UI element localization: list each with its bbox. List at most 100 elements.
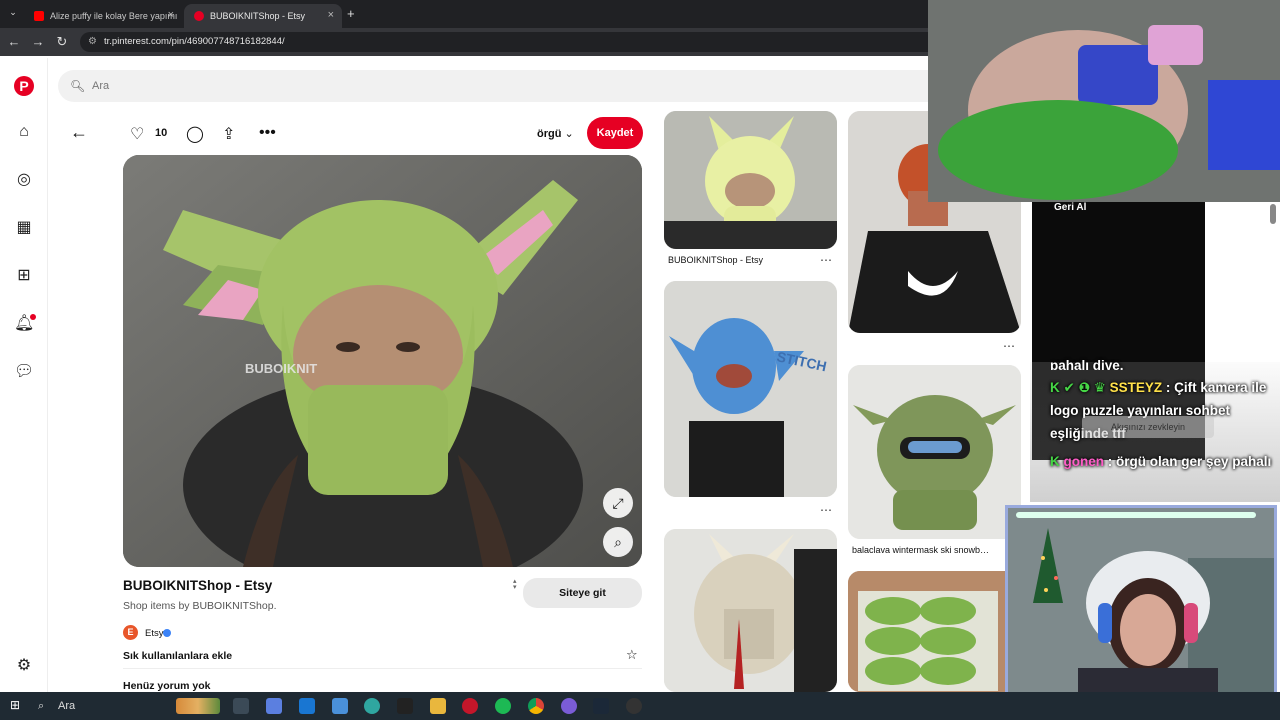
chat-username: SSTEYZ — [1109, 380, 1163, 395]
stitch-hat-photo: STITCH — [664, 281, 837, 497]
file-explorer-icon[interactable] — [430, 698, 446, 714]
messages-icon[interactable]: 💬︎ — [14, 362, 34, 382]
grid-pin-5[interactable] — [848, 365, 1021, 539]
webcam-video — [1008, 508, 1274, 710]
chrome-icon[interactable] — [528, 698, 544, 714]
pinterest-sidebar: P ⌂ ◎ ▦ ⊞ 🔔︎ 💬︎ ⚙ — [0, 58, 48, 692]
epic-games-icon[interactable] — [397, 698, 413, 714]
webcam-frame-bar — [1016, 512, 1256, 518]
chat-scrollbar[interactable] — [1270, 204, 1276, 224]
browser-toolbar: ← → ↻ ⚙ tr.pinterest.com/pin/46900774871… — [0, 28, 928, 56]
horned-hat-photo — [664, 529, 837, 692]
search-icon: 🔍︎ — [70, 79, 86, 93]
source-name[interactable]: Etsy — [145, 628, 163, 639]
task-view-icon[interactable] — [233, 698, 249, 714]
streamer-webcam — [1005, 505, 1277, 713]
heart-icon[interactable]: ♡ — [130, 124, 144, 144]
chevron-down-icon: ⌄ — [564, 128, 574, 140]
boards-icon[interactable]: ▦ — [14, 218, 34, 238]
more-options-icon[interactable]: ⋯ — [820, 253, 832, 267]
tab-title: Alize puffy ile kolay Bere yapımı — [50, 11, 178, 21]
share-icon[interactable]: ⇪ — [222, 124, 235, 144]
chat-undo-label[interactable]: Geri Al — [1054, 202, 1086, 213]
close-icon[interactable]: × — [328, 9, 334, 21]
chat-message: K gonen : örgü olan ger şey pahalı — [1050, 454, 1272, 469]
pinterest-favicon-icon — [194, 11, 204, 21]
more-options-icon[interactable]: ⋯ — [1003, 339, 1015, 353]
board-name: örgü — [537, 128, 562, 140]
frog-hats-photo — [848, 571, 1021, 692]
grid-pin-1[interactable] — [664, 111, 837, 249]
url-text: tr.pinterest.com/pin/469007748716182844/ — [104, 36, 285, 47]
forward-icon[interactable]: → — [30, 34, 46, 50]
visual-search-icon[interactable]: ⌕ — [603, 527, 633, 557]
tab-search-icon[interactable]: ⌄ — [6, 7, 20, 21]
etsy-avatar[interactable]: E — [123, 625, 138, 640]
spotify-icon[interactable] — [495, 698, 511, 714]
windows-start-icon[interactable]: ⊞ — [10, 699, 22, 711]
more-options-icon[interactable]: ⋯ — [820, 503, 832, 517]
new-tab-icon[interactable]: + — [347, 6, 355, 21]
chat-text: örgü olan ger şey pahalı — [1116, 454, 1272, 469]
grid-pin-5-caption[interactable]: balaclava wintermask ski snowb… — [852, 545, 989, 555]
search-input[interactable]: 🔍︎ Ara — [58, 70, 938, 102]
close-icon[interactable]: × — [168, 9, 174, 21]
tab-title: BUBOIKNITShop - Etsy — [210, 11, 306, 21]
pin-title[interactable]: BUBOIKNITShop - Etsy — [123, 578, 272, 593]
search-placeholder: Ara — [92, 80, 110, 92]
image-watermark: BUBOIKNIT — [245, 361, 317, 376]
balaclava-photo: BUBOIKNIT — [123, 155, 642, 567]
windows-taskbar: ⊞ ⌕ Ara — [0, 692, 1280, 720]
back-arrow-icon[interactable]: ← — [70, 122, 88, 143]
tab-youtube[interactable]: Alize puffy ile kolay Bere yapımı × — [24, 4, 182, 28]
comments-label: Henüz yorum yok — [123, 680, 211, 692]
back-icon[interactable]: ← — [6, 34, 22, 50]
outlook-icon[interactable] — [299, 698, 315, 714]
comment-icon[interactable]: ◯ — [186, 124, 204, 144]
grid-pin-6[interactable] — [848, 571, 1021, 692]
like-count: 10 — [155, 127, 168, 139]
taskbar-search-label: Ara — [58, 700, 76, 712]
badge-icon: K — [1050, 454, 1064, 469]
save-button[interactable]: Kaydet — [587, 117, 643, 149]
opera-icon[interactable] — [462, 698, 478, 714]
chat-overlay: pahalı diye. K ✔ ❶ ♛ SSTEYZ : Çift kamer… — [1030, 358, 1280, 502]
create-icon[interactable]: ⊞ — [14, 266, 34, 286]
hand-puzzle-video — [928, 0, 1280, 202]
youtube-icon — [34, 11, 44, 21]
more-options-icon[interactable]: ••• — [259, 124, 276, 142]
store-icon[interactable] — [332, 698, 348, 714]
site-info-icon[interactable]: ⚙ — [88, 32, 97, 52]
home-icon[interactable]: ⌂ — [14, 122, 34, 142]
tab-pinterest[interactable]: BUBOIKNITShop - Etsy × — [184, 4, 342, 28]
search-icon: ⌕ — [38, 700, 45, 712]
expand-caret-icon[interactable]: ▴ ▾ — [513, 578, 517, 591]
taskbar-search[interactable]: ⌕ Ara — [32, 696, 172, 716]
copilot-icon[interactable] — [266, 698, 282, 714]
explore-icon[interactable]: ◎ — [14, 170, 34, 190]
grid-pin-3[interactable] — [664, 529, 837, 692]
browser-tab-bar: ⌄ Alize puffy ile kolay Bere yapımı × BU… — [0, 0, 928, 28]
pinterest-logo-icon[interactable]: P — [14, 76, 34, 96]
add-to-favorites-label: Sık kullanılanlara ekle — [123, 650, 233, 662]
visit-site-button[interactable]: Siteye git — [523, 578, 642, 608]
board-dropdown[interactable]: örgü ⌄ — [537, 127, 574, 140]
edge-icon[interactable] — [364, 698, 380, 714]
address-bar[interactable]: ⚙ tr.pinterest.com/pin/46900774871618284… — [80, 32, 928, 52]
settings-gear-icon[interactable]: ⚙ — [14, 656, 34, 676]
streamer-hand-camera — [928, 0, 1280, 202]
pin-image[interactable]: BUBOIKNIT ⤢ ⌕ — [123, 155, 642, 567]
reload-icon[interactable]: ↻ — [54, 34, 70, 50]
grid-pin-1-caption[interactable]: BUBOIKNITShop - Etsy — [668, 255, 763, 265]
grid-pin-2[interactable]: STITCH — [664, 281, 837, 497]
expand-icon[interactable]: ⤢ — [603, 488, 633, 518]
discord-icon[interactable] — [561, 698, 577, 714]
steam-icon[interactable] — [593, 698, 609, 714]
pikachu-hat-photo — [664, 111, 837, 249]
badge-icon: K ✔ ❶ ♛ — [1050, 380, 1110, 395]
divider — [123, 668, 642, 669]
obs-icon[interactable] — [626, 698, 642, 714]
widgets-icon[interactable] — [176, 698, 220, 714]
ski-mask-photo — [848, 365, 1021, 539]
star-icon[interactable]: ☆ — [626, 647, 638, 663]
